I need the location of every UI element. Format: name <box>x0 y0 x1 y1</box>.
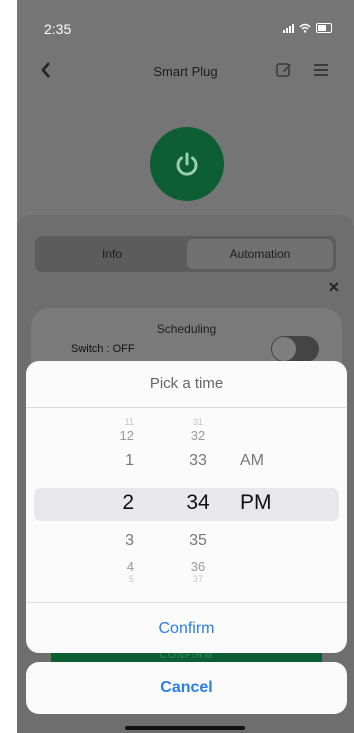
power-icon <box>176 152 198 176</box>
hour-selected[interactable]: 2 <box>100 491 134 515</box>
minute-option[interactable]: 31 <box>178 417 218 427</box>
switch-state-label: Switch : OFF <box>71 343 135 355</box>
minute-option[interactable]: 32 <box>178 428 218 443</box>
hour-option[interactable]: 12 <box>100 428 134 443</box>
close-icon[interactable]: ✕ <box>328 279 340 296</box>
minute-option[interactable]: 36 <box>178 559 218 574</box>
app-screen: 2:35 Smart Plug Info Automation ✕ Schedu… <box>17 0 354 733</box>
tab-segmented-control: Info Automation <box>35 236 336 272</box>
hour-option[interactable]: 1 <box>100 452 134 470</box>
home-indicator <box>125 726 245 730</box>
tab-info[interactable]: Info <box>38 239 186 269</box>
confirm-button[interactable]: Confirm <box>26 602 347 653</box>
scheduling-title: Scheduling <box>156 322 217 336</box>
hour-option[interactable]: 11 <box>100 417 134 427</box>
cancel-button[interactable]: Cancel <box>26 662 347 714</box>
time-picker-sheet: Pick a time 11 12 1 2 3 4 5 31 32 33 34 … <box>26 361 347 653</box>
status-icons <box>283 23 332 33</box>
minute-selected[interactable]: 34 <box>178 491 218 515</box>
signal-icon <box>283 24 294 33</box>
edit-icon[interactable] <box>275 61 293 79</box>
page-title: Smart Plug <box>153 64 218 79</box>
minute-option[interactable]: 35 <box>178 532 218 550</box>
hour-option[interactable]: 3 <box>100 532 134 550</box>
tab-automation[interactable]: Automation <box>187 239 333 269</box>
ampm-option-am[interactable]: AM <box>240 452 280 470</box>
menu-icon[interactable] <box>314 64 328 76</box>
hour-option[interactable]: 5 <box>100 574 134 584</box>
minute-option[interactable]: 37 <box>178 574 218 584</box>
switch-toggle[interactable] <box>271 336 319 362</box>
hour-option[interactable]: 4 <box>100 559 134 574</box>
nav-bar: Smart Plug <box>17 58 354 88</box>
picker-title: Pick a time <box>26 361 347 408</box>
status-time: 2:35 <box>44 21 72 37</box>
time-picker-wheels[interactable]: 11 12 1 2 3 4 5 31 32 33 34 35 36 37 AM … <box>26 409 347 601</box>
status-bar: 2:35 <box>17 21 354 41</box>
minute-option[interactable]: 33 <box>178 452 218 470</box>
power-button[interactable] <box>150 127 224 201</box>
ampm-selected-pm[interactable]: PM <box>240 491 280 515</box>
battery-icon <box>316 23 332 33</box>
wifi-icon <box>299 23 311 33</box>
